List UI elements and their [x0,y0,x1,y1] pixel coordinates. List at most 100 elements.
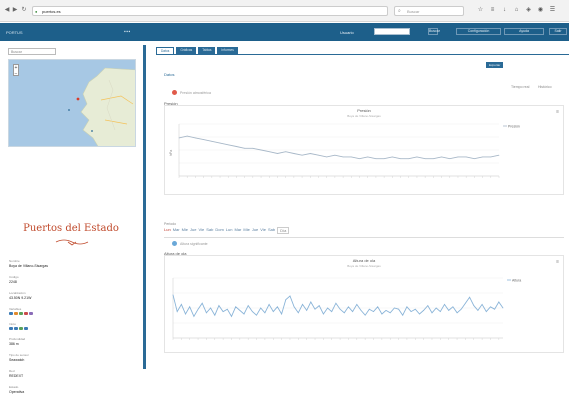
buoy-marker[interactable] [76,97,80,101]
data-point [272,311,274,312]
data-point [350,156,352,158]
header-button-4[interactable]: Salir [549,28,567,35]
reload-icon[interactable]: ↻ [21,7,27,13]
chart1-menu-icon[interactable]: ≡ [556,109,559,115]
day-link[interactable]: Dom [215,227,223,234]
station-marker[interactable] [68,109,70,111]
tab-tables[interactable]: Tablas [198,47,216,54]
data-point [482,156,483,158]
field-value: 2248 [9,280,17,284]
variable-chips [9,312,135,315]
data-point [222,311,224,312]
reading-list-icon[interactable]: ≡ [489,7,496,14]
field-depth: Profundidad 386 m [9,337,135,346]
map-zoom-control[interactable]: + − [13,64,19,77]
field-label: Código [9,275,19,279]
variable-chip[interactable] [14,327,18,330]
data-point [243,313,245,315]
day-link[interactable]: Sab [268,227,275,234]
day-link[interactable]: Jue [190,227,196,234]
data-point [195,137,196,139]
data-point [431,312,433,314]
data-point [356,304,358,305]
day-link[interactable]: Lun [226,227,233,234]
forward-icon[interactable]: ▶ [12,7,18,13]
data-point [485,311,487,312]
variable-chip[interactable] [29,312,33,315]
browser-search-input[interactable]: ⌕ Buscar [394,6,464,16]
url-domain: puertos.es [42,9,61,14]
data-point [385,310,387,311]
data-point [327,307,328,309]
sidebar-title: Puertos del Estado [23,223,119,234]
menu-icon[interactable]: ☰ [549,7,556,14]
data-point [391,156,393,158]
day-link[interactable]: Mie [182,227,188,234]
day-link[interactable]: Sab [206,227,213,234]
tab-data[interactable]: Datos [156,47,175,54]
user-label[interactable]: Usuario [340,30,354,35]
legend-marker-icon[interactable] [172,90,177,95]
variable-chip[interactable] [14,312,18,315]
pocket-icon[interactable]: ◈ [525,7,532,14]
star-icon[interactable]: ☆ [477,7,484,14]
data-point [281,313,282,315]
header-button-1[interactable]: Buscar [428,28,440,35]
day-link[interactable]: Mie [243,227,249,234]
header-button-2[interactable]: Configuración [456,28,501,35]
day-link[interactable]: Vie [260,227,266,234]
day-link[interactable]: Lun [164,227,171,234]
field-code: Código 2248 [9,275,135,284]
variable-chip[interactable] [19,312,23,315]
day-link[interactable]: Vie [198,227,204,234]
variable-chip[interactable] [24,327,28,330]
tab-reports[interactable]: Informes [217,47,238,54]
coastline-shape [80,67,135,146]
data-point [498,301,500,303]
chart1-legend[interactable]: Presión atmosférica [180,91,211,95]
data-point [383,158,385,160]
data-point [474,158,475,160]
variable-chip[interactable] [19,327,23,330]
download-icon[interactable]: ↓ [501,7,508,14]
variable-chip[interactable] [9,312,13,315]
header-button-3[interactable]: Ayuda [504,28,544,35]
station-map[interactable]: + − [8,59,136,147]
field-value: Seawatch [9,358,25,362]
data-point [427,305,429,306]
home-icon[interactable]: ⌂ [513,7,520,14]
day-link[interactable]: Jue [252,227,258,234]
export-button[interactable]: Exportar [486,62,504,68]
data-point [176,311,178,312]
browser-search-placeholder: Buscar [407,9,420,14]
address-bar[interactable]: ● puertos.es [32,6,388,16]
series-label: Altura [512,278,521,282]
data-point [293,306,295,308]
station-marker[interactable] [91,130,93,132]
app-brand[interactable]: PORTUS [6,30,23,35]
day-link[interactable]: Mar [173,227,180,234]
data-point [444,304,445,305]
data-point [314,308,316,310]
legend-marker-icon[interactable] [172,241,177,246]
variable-chip[interactable] [9,327,13,330]
data-point [477,310,479,311]
data-point [210,307,211,309]
history-link[interactable]: Histórico [538,85,552,89]
sidebar-search-input[interactable]: Buscar [8,48,56,55]
day-link[interactable]: Mar [234,227,241,234]
day-select[interactable]: Día [277,227,290,234]
chart2-legend[interactable]: Altura significante [180,242,208,246]
chart2-menu-icon[interactable]: ≡ [556,259,559,265]
zoom-out-icon[interactable]: − [14,71,18,77]
header-search-input[interactable] [374,28,410,35]
tab-charts[interactable]: Gráficas [176,47,197,54]
search-icon: ⌕ [398,8,401,14]
realtime-link[interactable]: Tiempo real [511,85,529,89]
shield-icon[interactable]: ◉ [537,7,544,14]
variable-chip[interactable] [24,312,28,315]
data-point [402,314,404,316]
back-icon[interactable]: ◀ [4,7,10,13]
data-point [211,140,213,142]
title-flourish-icon [55,239,89,246]
